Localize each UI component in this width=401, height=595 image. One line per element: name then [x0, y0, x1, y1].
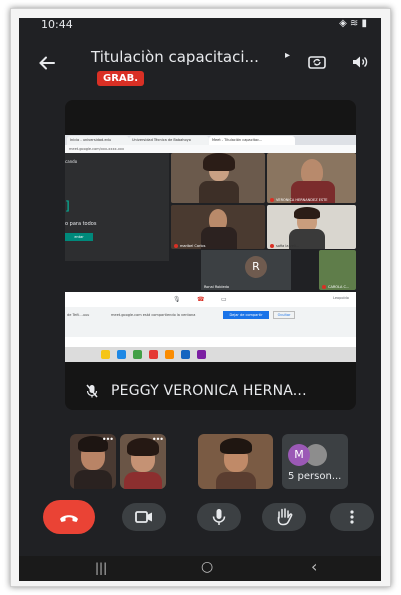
presenting-panel: cando ] o para todos entar: [65, 153, 169, 261]
more-options-button[interactable]: [330, 503, 374, 531]
presenting-button: entar: [65, 233, 93, 241]
shared-video-tile-avatar: R Ronal Robledo: [201, 250, 291, 290]
side-label: Leopoldo: [333, 296, 349, 300]
stop-sharing-button: Dejar de compartir: [223, 311, 269, 319]
shared-video-tile: VERONICA HERNANDEZ ESTE: [267, 153, 356, 203]
status-bar: 10:44 ◈ ≋ ▮: [19, 18, 381, 32]
speaker-icon: [353, 56, 368, 68]
browser-tab-active: Meet - Titulación capacitac...: [209, 136, 295, 145]
avatar: M: [288, 444, 310, 466]
shared-video-tile: CAROLA C...: [319, 250, 356, 290]
shared-video-tile: sofia la veli...: [267, 205, 356, 249]
camera-switch-button[interactable]: [308, 54, 326, 70]
system-nav-bar: ||| ○ ‹: [19, 556, 381, 581]
taskbar-icon: [165, 350, 174, 359]
meeting-title[interactable]: Titulaciòn capacitaci...: [91, 48, 259, 66]
presenting-text: o para todos: [65, 221, 97, 227]
participant-thumbnail[interactable]: •••: [70, 434, 116, 489]
recents-button[interactable]: |||: [95, 561, 107, 575]
presented-control-bar: 🎙 ☎ ▭ Leopoldo: [65, 292, 356, 307]
browser-tab: Universidad Técnica de Babahoyo: [129, 136, 209, 145]
hide-banner-button: Ocultar: [273, 311, 295, 319]
nav-back-button[interactable]: ‹: [311, 557, 317, 576]
browser-tabs: Inicio - universidad.edu Universidad Téc…: [65, 135, 356, 145]
taskbar-icon: [117, 350, 126, 359]
more-horizontal-icon[interactable]: •••: [152, 435, 164, 444]
end-call-icon: ☎: [197, 296, 205, 303]
share-banner-left: de Teñi...uuu: [67, 313, 90, 317]
browser-tab: Inicio - universidad.edu: [67, 136, 129, 145]
presented-meet-window: cando ] o para todos entar VERONICA HERN…: [65, 153, 356, 292]
chevron-right-icon[interactable]: ▸: [285, 50, 290, 61]
status-icons: ◈ ≋ ▮: [339, 18, 367, 29]
camera-button[interactable]: [122, 503, 166, 531]
shared-video-tile: maribel Carlos: [171, 205, 265, 249]
status-time: 10:44: [41, 18, 73, 31]
shared-video-tile: [171, 153, 265, 203]
microphone-icon: [212, 509, 226, 525]
participant-thumbnail[interactable]: [198, 434, 273, 489]
taskbar-icon: [181, 350, 190, 359]
url-bar: meet.google.com/xxx-xxxx-xxx: [65, 145, 356, 153]
desktop-taskbar: [65, 347, 356, 362]
taskbar-icon: [197, 350, 206, 359]
end-call-button[interactable]: [43, 500, 95, 534]
participant-name: PEGGY VERONICA HERNA...: [111, 383, 307, 399]
main-video-tile[interactable]: Inicio - universidad.edu Universidad Téc…: [65, 100, 356, 410]
more-vertical-icon: [350, 510, 354, 524]
back-button[interactable]: [39, 51, 55, 75]
mic-icon: 🎙: [173, 296, 181, 303]
more-people-tile[interactable]: M 5 person...: [282, 434, 348, 489]
presenting-title: cando: [65, 159, 78, 164]
camera-icon: ▭: [221, 296, 227, 303]
raise-hand-icon: [277, 508, 293, 526]
speaker-button[interactable]: [352, 55, 368, 73]
share-banner-text: meet.google.com está compartiendo la ven…: [111, 313, 196, 317]
meet-call-screen: 10:44 ◈ ≋ ▮ Titulaciòn capacitaci... ▸ G…: [19, 18, 381, 581]
camera-switch-icon: [308, 56, 326, 69]
presenting-icon: ]: [65, 199, 70, 213]
shared-screen: Inicio - universidad.edu Universidad Téc…: [65, 135, 356, 362]
video-camera-icon: [135, 511, 152, 523]
microphone-button[interactable]: [197, 503, 241, 531]
home-button[interactable]: ○: [201, 559, 213, 575]
raise-hand-button[interactable]: [262, 503, 306, 531]
participant-thumbnail[interactable]: •••: [120, 434, 166, 489]
share-banner: de Teñi...uuu meet.google.com está compa…: [65, 307, 356, 337]
participant-nameplate: PEGGY VERONICA HERNA...: [65, 371, 356, 410]
people-count-label: 5 person...: [288, 471, 342, 482]
taskbar-icon: [149, 350, 158, 359]
avatar: R: [245, 256, 267, 278]
recording-badge: GRAB.: [97, 71, 145, 86]
taskbar-icon: [133, 350, 142, 359]
more-horizontal-icon[interactable]: •••: [102, 435, 114, 444]
taskbar-icon: [101, 350, 110, 359]
end-call-icon: [60, 515, 78, 522]
arrow-back-icon: [39, 56, 55, 70]
mic-off-icon: [86, 384, 98, 398]
